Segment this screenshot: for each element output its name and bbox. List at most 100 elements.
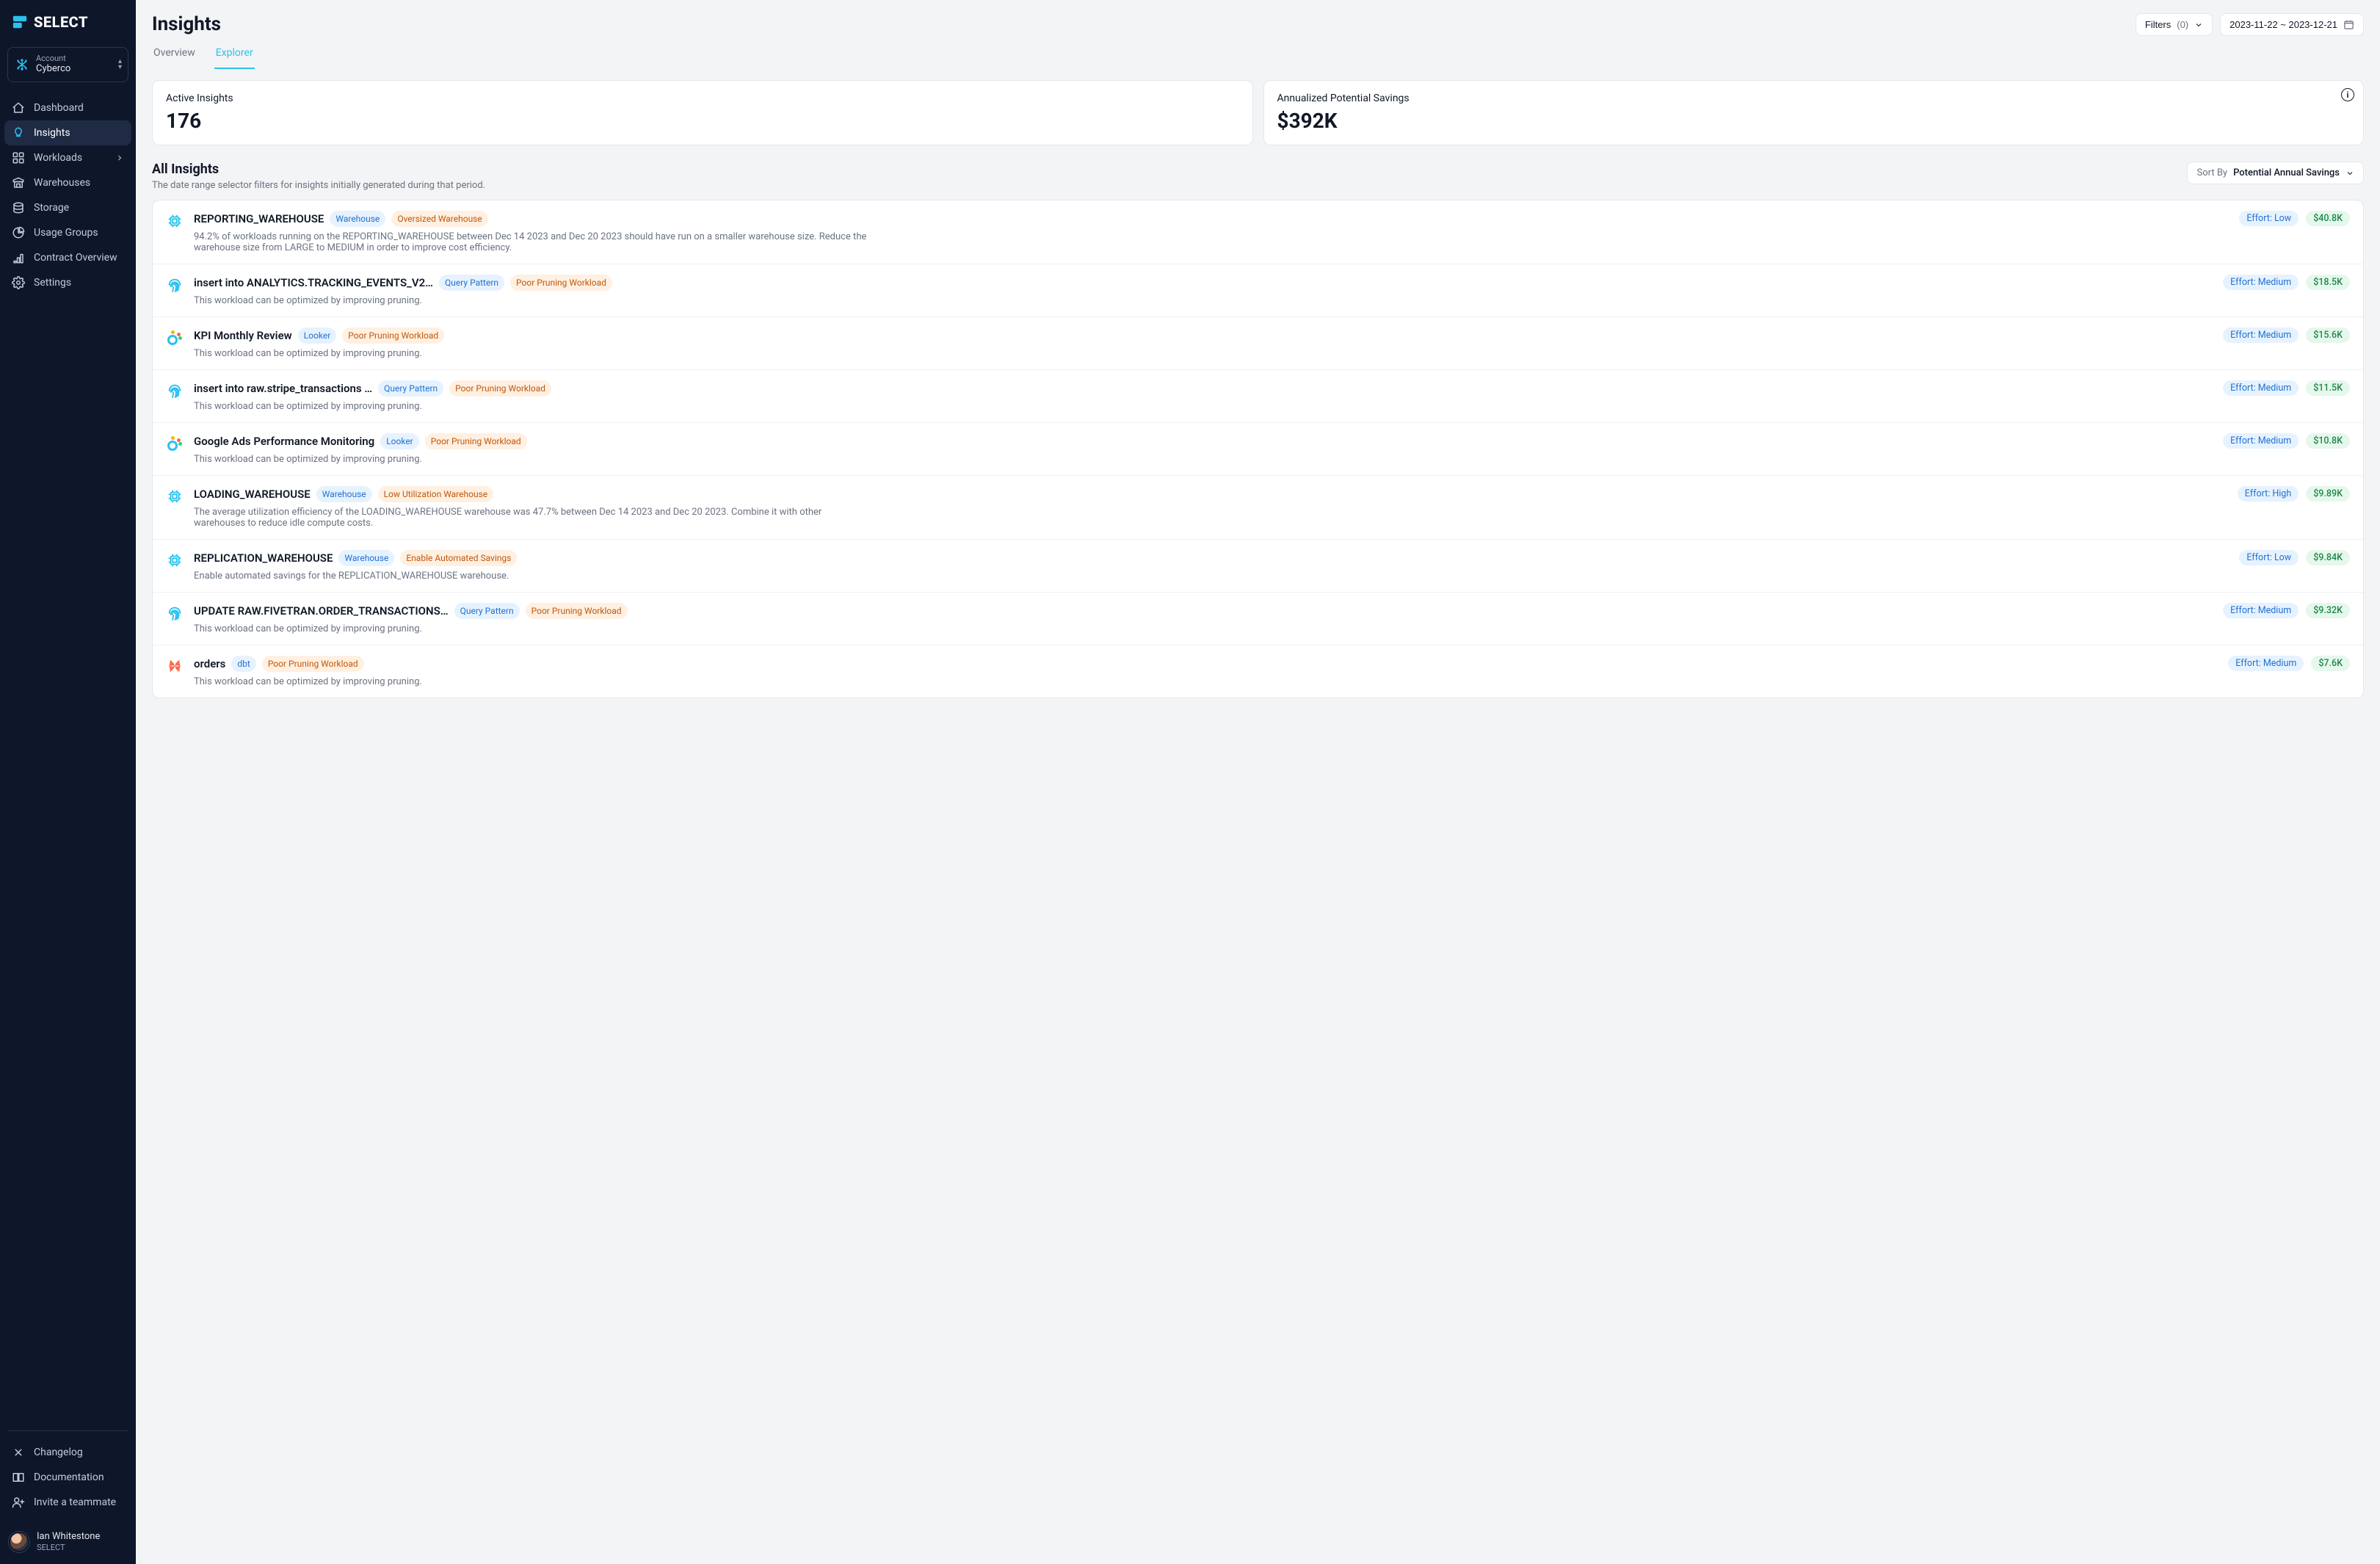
date-range-text: 2023-11-22 ~ 2023-12-21 (2230, 19, 2337, 30)
insight-row[interactable]: REPLICATION_WAREHOUSEWarehouseEnable Aut… (153, 539, 2363, 592)
insight-row[interactable]: KPI Monthly ReviewLookerPoor Pruning Wor… (153, 316, 2363, 369)
dbt-icon (166, 657, 184, 675)
stat-card-annual-savings: i Annualized Potential Savings $392K (1263, 80, 2365, 145)
effort-badge: Effort: Medium (2223, 433, 2299, 449)
sidebar-item-label: Warehouses (34, 177, 90, 189)
user-company: SELECT (37, 1543, 100, 1552)
savings-badge: $18.5K (2306, 275, 2350, 290)
savings-badge: $40.8K (2306, 211, 2350, 226)
insight-tag: Oversized Warehouse (391, 211, 487, 227)
insight-description: 94.2% of workloads running on the REPORT… (194, 231, 869, 253)
all-insights-title: All Insights (152, 162, 485, 177)
insight-row[interactable]: ordersdbtPoor Pruning WorkloadThis workl… (153, 645, 2363, 698)
insight-tag: Poor Pruning Workload (449, 380, 551, 397)
insight-title: insert into ANALYTICS.TRACKING_EVENTS_V2… (194, 276, 433, 289)
savings-badge: $9.32K (2306, 603, 2350, 618)
insight-tag: Poor Pruning Workload (342, 327, 444, 344)
fingerprint-icon (166, 604, 184, 622)
insight-row[interactable]: insert into ANALYTICS.TRACKING_EVENTS_V2… (153, 264, 2363, 316)
sidebar-item-changelog[interactable]: Changelog (4, 1440, 131, 1465)
sort-by-label: Sort By (2196, 167, 2227, 178)
workloads-icon (12, 151, 25, 164)
sidebar-item-label: Contract Overview (34, 252, 117, 264)
page-title: Insights (152, 13, 255, 35)
snowflake-icon (15, 58, 29, 71)
insight-row[interactable]: REPORTING_WAREHOUSE Warehouse Oversized Wa… (153, 200, 2363, 264)
stat-label: Active Insights (166, 93, 1239, 104)
insights-list: REPORTING_WAREHOUSE Warehouse Oversized Wa… (152, 200, 2364, 698)
insight-tag: Poor Pruning Workload (510, 275, 612, 291)
chevron-down-icon (2345, 169, 2354, 178)
sidebar-item-workloads[interactable]: Workloads (4, 145, 131, 170)
looker-icon (166, 435, 184, 452)
sidebar-item-warehouses[interactable]: Warehouses (4, 170, 131, 195)
insight-tag: Poor Pruning Workload (526, 603, 628, 619)
sidebar-item-documentation[interactable]: Documentation (4, 1465, 131, 1490)
savings-badge: $15.6K (2306, 327, 2350, 343)
effort-badge: Effort: Medium (2223, 327, 2299, 343)
insight-title: REPORTING_WAREHOUSE (194, 212, 324, 225)
fingerprint-icon (166, 382, 184, 399)
tab-explorer[interactable]: Explorer (214, 40, 255, 69)
account-label: Account (36, 54, 70, 63)
insight-title: UPDATE RAW.FIVETRAN.ORDER_TRANSACTIONS… (194, 604, 449, 618)
insight-tag: Query Pattern (439, 275, 504, 291)
sidebar-item-dashboard[interactable]: Dashboard (4, 95, 131, 120)
main-content: Insights Overview Explorer Filters (0) 20… (136, 0, 2380, 1564)
settings-icon (12, 276, 25, 289)
sidebar-item-label: Settings (34, 277, 71, 289)
storage-icon (12, 201, 25, 214)
insight-title: REPLICATION_WAREHOUSE (194, 551, 333, 565)
contract-icon (12, 251, 25, 264)
filters-label: Filters (2145, 19, 2171, 30)
tab-overview[interactable]: Overview (152, 40, 197, 69)
chevron-down-icon (2194, 21, 2203, 29)
book-icon (12, 1471, 25, 1484)
sidebar-item-label: Storage (34, 202, 69, 214)
sidebar-item-usageGroups[interactable]: Usage Groups (4, 220, 131, 245)
effort-badge: Effort: Low (2239, 211, 2299, 226)
up-down-chevrons-icon: ▴▾ (118, 59, 122, 70)
insight-row[interactable]: Google Ads Performance MonitoringLookerP… (153, 422, 2363, 475)
nav-footer: ChangelogDocumentationInvite a teammate (0, 1437, 136, 1522)
sidebar-item-settings[interactable]: Settings (4, 270, 131, 295)
insight-row[interactable]: insert into raw.stripe_transactions … Que… (153, 369, 2363, 422)
insight-description: This workload can be optimized by improv… (194, 454, 869, 465)
sidebar-divider (7, 1430, 128, 1431)
insight-tag: Looker (298, 327, 337, 344)
sidebar-item-label: Usage Groups (34, 227, 98, 239)
user-menu[interactable]: Ian Whitestone SELECT (0, 1522, 136, 1564)
insight-tag: Query Pattern (378, 380, 443, 397)
insight-row[interactable]: LOADING_WAREHOUSE Warehouse Low Utilizatio… (153, 475, 2363, 539)
sidebar-item-insights[interactable]: Insights (4, 120, 131, 145)
insight-tag: Low Utilization Warehouse (378, 486, 493, 502)
account-switcher[interactable]: Account Cyberco ▴▾ (7, 47, 128, 82)
insight-tag: Warehouse (330, 211, 385, 227)
effort-badge: Effort: Medium (2228, 656, 2304, 671)
insight-tag: Warehouse (316, 486, 372, 502)
filters-count: (0) (2177, 19, 2188, 30)
date-range-button[interactable]: 2023-11-22 ~ 2023-12-21 (2220, 13, 2364, 36)
avatar (9, 1532, 29, 1552)
info-icon[interactable]: i (2341, 88, 2354, 101)
cpu-icon (166, 212, 184, 230)
filters-button[interactable]: Filters (0) (2136, 13, 2213, 36)
looker-icon (166, 329, 184, 347)
chevron-right-icon (115, 153, 124, 162)
calendar-icon (2343, 19, 2354, 30)
stat-label: Annualized Potential Savings (1277, 93, 2351, 104)
insight-title: insert into raw.stripe_transactions … (194, 382, 372, 395)
insight-title: LOADING_WAREHOUSE (194, 488, 311, 501)
insight-description: This workload can be optimized by improv… (194, 401, 869, 412)
sidebar-item-invite[interactable]: Invite a teammate (4, 1490, 131, 1515)
sidebar-item-storage[interactable]: Storage (4, 195, 131, 220)
insight-title: orders (194, 657, 225, 670)
insight-row[interactable]: UPDATE RAW.FIVETRAN.ORDER_TRANSACTIONS…Q… (153, 592, 2363, 645)
usage-icon (12, 226, 25, 239)
insight-description: This workload can be optimized by improv… (194, 295, 869, 306)
cpu-icon (166, 488, 184, 505)
sidebar-item-contract[interactable]: Contract Overview (4, 245, 131, 270)
sort-by-select[interactable]: Sort By Potential Annual Savings (2187, 162, 2364, 184)
nav-main: DashboardInsightsWorkloads Warehouses Stor… (0, 91, 136, 300)
savings-badge: $10.8K (2306, 433, 2350, 449)
